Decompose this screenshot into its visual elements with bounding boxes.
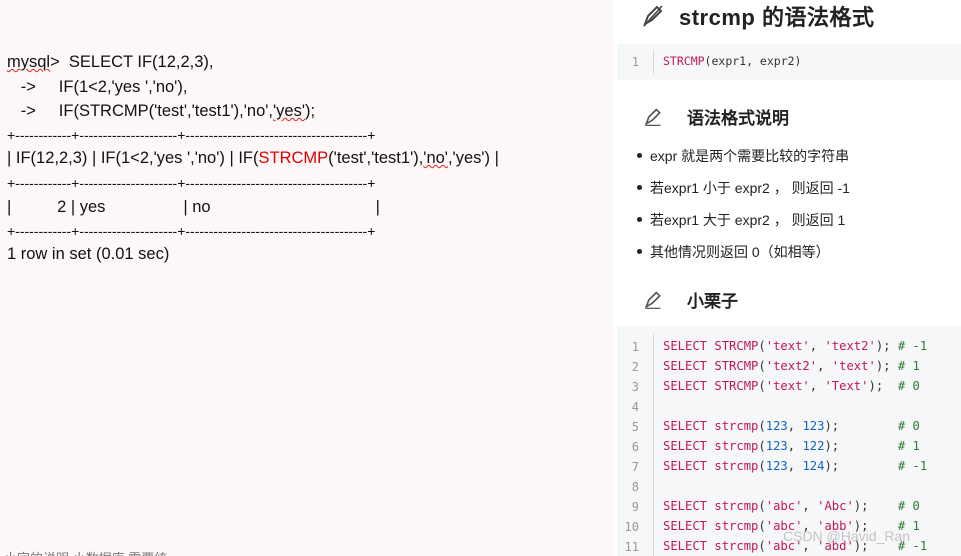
code-gutter <box>653 50 654 74</box>
line-number: 7 <box>631 460 639 474</box>
syntax-code: STRCMP(expr1, expr2) <box>663 54 802 68</box>
edit-icon <box>643 5 663 27</box>
section-heading-syntax: 语法格式说明 <box>643 104 789 129</box>
terminal-line-2: -> IF(1<2,'yes ','no'), <box>7 78 188 96</box>
terminal-line-3: -> IF(STRCMP('test','test1'),'no','yes')… <box>7 102 316 120</box>
code-line: SELECT strcmp('abc', 'Abc'); # 0 <box>663 499 920 513</box>
line-number: 6 <box>631 440 639 454</box>
code-line: SELECT strcmp(123, 122); # 1 <box>663 439 920 453</box>
code-line: SELECT strcmp(123, 123); # 0 <box>663 419 920 433</box>
code-line: SELECT strcmp(123, 124); # -1 <box>663 459 928 473</box>
edit-icon <box>644 107 661 126</box>
list-item: expr 就是两个需要比较的字符串 <box>637 146 849 166</box>
table-border-top: +------------+---------------------+----… <box>7 127 376 143</box>
table-header-row: | IF(12,2,3) | IF(1<2,'yes ','no') | IF(… <box>7 149 499 167</box>
code-line: SELECT STRCMP('text', 'text2'); # -1 <box>663 339 928 353</box>
examples-code-block: 1 SELECT STRCMP('text', 'text2'); # -1 2 SE… <box>617 326 961 556</box>
watermark: CSDN @Havid_Ran <box>783 528 911 544</box>
table-data-row: | 2 | yes | no | <box>7 198 380 216</box>
section-heading-examples: 小栗子 <box>643 287 738 312</box>
line-number: 3 <box>631 380 639 394</box>
line-number: 11 <box>624 540 639 554</box>
list-item: 若expr1 大于 expr2 ， 则返回 1 <box>637 210 845 230</box>
doc-title: strcmp 的语法格式 <box>641 2 874 30</box>
line-number: 4 <box>631 400 639 414</box>
terminal-line-1: mysql> SELECT IF(12,2,3), <box>7 53 214 71</box>
doc-panel: strcmp 的语法格式 1 STRCMP(expr1, expr2) 语法格式… <box>613 0 961 556</box>
doc-title-text: strcmp 的语法格式 <box>679 5 875 30</box>
code-line: SELECT STRCMP('text2', 'text'); # 1 <box>663 359 920 373</box>
line-number: 1 <box>631 55 639 69</box>
mysql-prompt: mysql <box>7 53 51 71</box>
line-number: 9 <box>631 500 639 514</box>
cutoff-text: 小字的说明 小数据库 需要统 <box>4 548 167 556</box>
list-item: 若expr1 小于 expr2 ， 则返回 -1 <box>637 178 850 198</box>
code-gutter <box>653 334 654 556</box>
terminal-panel: mysql> SELECT IF(12,2,3), -> IF(1<2,'yes… <box>0 0 613 556</box>
list-item: 其他情况则返回 0（如相等） <box>637 242 830 262</box>
line-number: 5 <box>631 420 639 434</box>
code-line: SELECT STRCMP('text', 'Text'); # 0 <box>663 379 920 393</box>
edit-icon <box>644 290 661 309</box>
table-border-middle: +------------+---------------------+----… <box>7 175 376 191</box>
line-number: 8 <box>631 480 639 494</box>
syntax-code-block: 1 STRCMP(expr1, expr2) <box>617 44 961 80</box>
table-border-bottom: +------------+---------------------+----… <box>7 223 376 239</box>
line-number: 1 <box>631 340 639 354</box>
result-summary: 1 row in set (0.01 sec) <box>7 245 170 263</box>
line-number: 10 <box>624 520 639 534</box>
line-number: 2 <box>631 360 639 374</box>
strcmp-highlight: STRCMP <box>258 149 329 167</box>
